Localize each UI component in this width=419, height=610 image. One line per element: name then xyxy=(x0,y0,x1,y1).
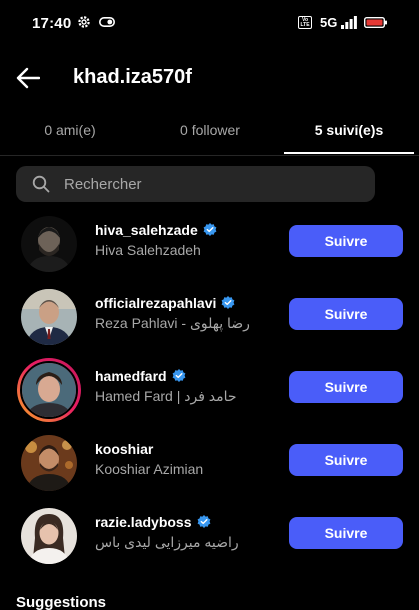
verified-badge-icon xyxy=(203,223,217,236)
battery-low-icon xyxy=(364,17,387,28)
avatar[interactable] xyxy=(21,508,77,564)
page-title: khad.iza570f xyxy=(73,66,192,88)
volte-icon: Vo LTE xyxy=(298,16,312,29)
follow-button[interactable]: Suivre xyxy=(289,298,403,330)
full-name: Hiva Salehzadeh xyxy=(95,242,201,258)
avatar[interactable] xyxy=(21,435,77,491)
list-item[interactable]: razie.ladyboss راضیه میرزایی لیدی باس Su… xyxy=(0,500,419,572)
verified-badge-icon xyxy=(172,369,185,382)
follow-button[interactable]: Suivre xyxy=(289,444,403,476)
username[interactable]: hiva_salehzade xyxy=(95,222,198,238)
status-bar: 17:40 Vo LTE 5G xyxy=(0,0,419,46)
search-input[interactable] xyxy=(64,166,364,202)
list-item[interactable]: hamedfard Hamed Fard | حامد فرد Suivre xyxy=(0,354,419,426)
list-item[interactable]: hiva_salehzade Hiva Salehzadeh Suivre xyxy=(0,208,419,280)
avatar[interactable] xyxy=(21,216,77,272)
full-name: راضیه میرزایی لیدی باس xyxy=(95,534,239,550)
arrow-left-icon[interactable] xyxy=(16,67,40,89)
follow-button[interactable]: Suivre xyxy=(289,517,403,549)
gear-icon xyxy=(78,16,90,28)
follow-button[interactable]: Suivre xyxy=(289,225,403,257)
tab-following[interactable]: 5 suivi(e)s xyxy=(279,108,419,155)
list-item[interactable]: kooshiar Kooshiar Azimian Suivre xyxy=(0,427,419,499)
avatar xyxy=(20,361,78,419)
full-name: Reza Pahlavi - رضا پهلوی xyxy=(95,315,250,331)
tab-friends[interactable]: 0 ami(e) xyxy=(0,108,140,155)
list-item[interactable]: officialrezapahlavi Reza Pahlavi - رضا پ… xyxy=(0,281,419,353)
avatar[interactable] xyxy=(21,289,77,345)
username[interactable]: officialrezapahlavi xyxy=(95,295,216,311)
network-type: 5G xyxy=(320,15,338,30)
full-name: Hamed Fard | حامد فرد xyxy=(95,388,237,404)
suggestions-heading: Suggestions xyxy=(16,594,107,610)
avatar-story-ring[interactable] xyxy=(17,358,81,422)
username[interactable]: kooshiar xyxy=(95,441,153,457)
search-icon xyxy=(32,175,50,193)
status-time: 17:40 xyxy=(32,15,72,32)
signal-icon xyxy=(341,16,357,29)
search-bar[interactable] xyxy=(16,166,375,202)
follow-button[interactable]: Suivre xyxy=(289,371,403,403)
verified-badge-icon xyxy=(221,296,235,309)
username[interactable]: razie.ladyboss xyxy=(95,514,192,530)
header: khad.iza570f xyxy=(0,50,419,106)
tab-bar: 0 ami(e) 0 follower 5 suivi(e)s xyxy=(0,108,419,156)
verified-badge-icon xyxy=(197,515,210,528)
username[interactable]: hamedfard xyxy=(95,368,167,384)
tab-indicator xyxy=(284,152,414,154)
toggle-icon xyxy=(99,17,115,27)
tab-followers[interactable]: 0 follower xyxy=(140,108,280,155)
full-name: Kooshiar Azimian xyxy=(95,461,204,477)
